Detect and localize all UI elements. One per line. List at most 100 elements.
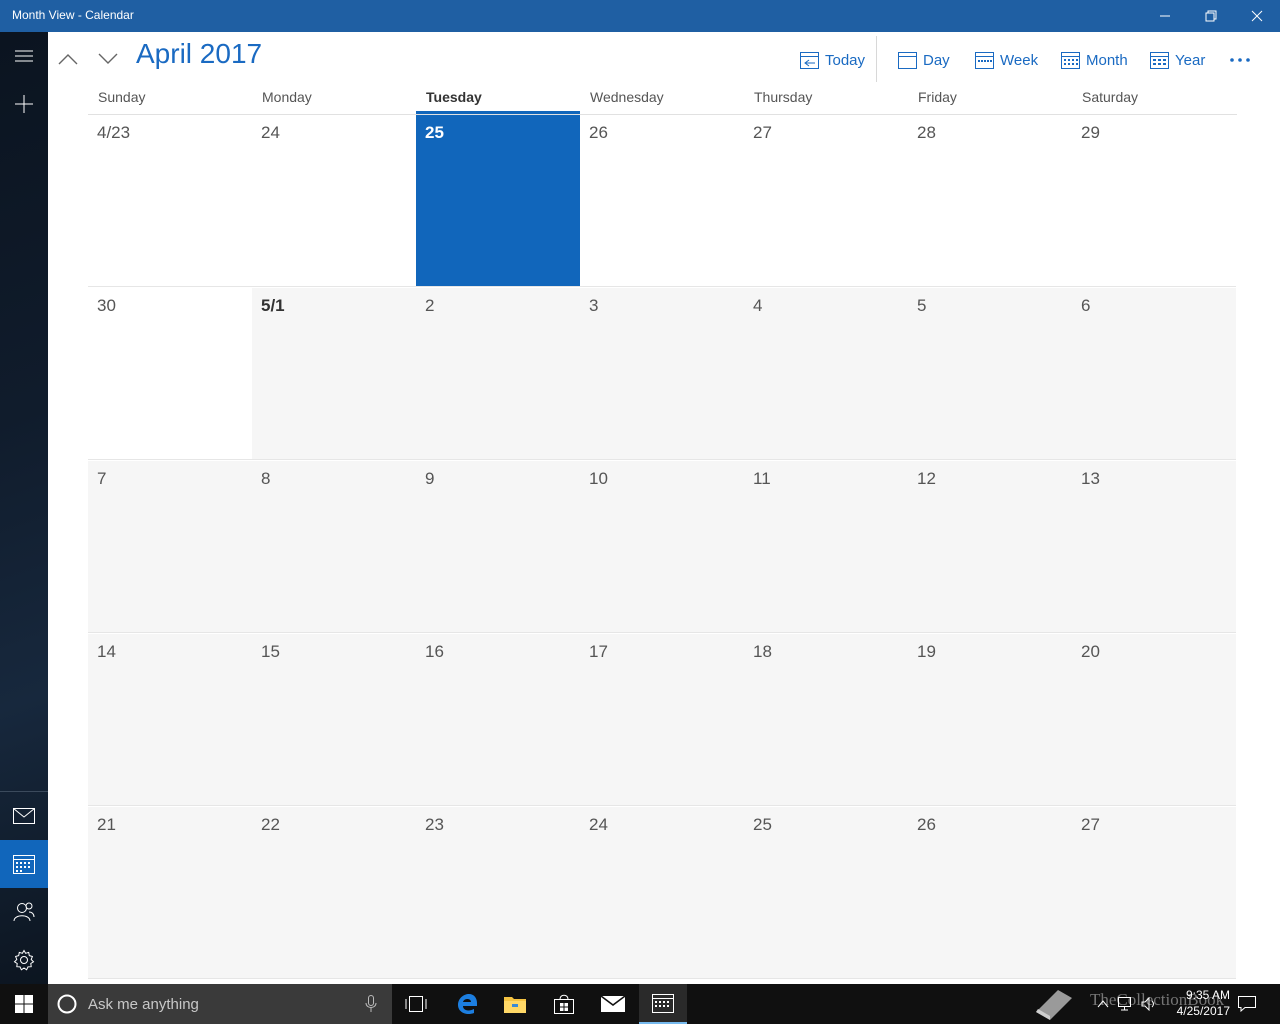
day-number: 15 [261,642,280,661]
task-view-button[interactable] [392,984,440,1024]
day-number: 18 [753,642,772,661]
day-cell[interactable]: 7 [88,461,252,633]
file-explorer-button[interactable] [491,984,539,1024]
volume-icon[interactable] [1141,997,1157,1011]
edge-icon [458,994,477,1015]
day-number: 25 [753,815,772,834]
gear-icon [13,949,35,971]
day-cell[interactable]: 17 [580,634,744,806]
chevron-up-tray-icon[interactable] [1097,1000,1109,1008]
folder-icon [504,997,526,1013]
day-cell[interactable]: 26 [580,115,744,287]
year-view-button[interactable]: Year [1150,46,1205,74]
windows-logo-icon [15,995,33,1013]
clock-date: 4/25/2017 [1176,1004,1230,1018]
clock[interactable]: 9:35 AM 4/25/2017 [1160,987,1230,1019]
day-number: 22 [261,815,280,834]
day-cell-today[interactable]: 25 [416,115,580,287]
month-view-icon [1061,51,1080,69]
day-number: 26 [589,123,608,142]
day-cell[interactable]: 5/1 [252,288,416,460]
day-cell[interactable]: 29 [1072,115,1236,287]
calendar-button[interactable] [0,840,48,888]
day-cell[interactable]: 21 [88,807,252,979]
day-number: 9 [425,469,435,488]
day-cell[interactable]: 13 [1072,461,1236,633]
more-options-button[interactable] [1222,46,1258,74]
restore-button[interactable] [1188,0,1234,32]
weekday-header-friday: Friday [918,89,957,105]
weekday-header-wednesday: Wednesday [590,89,664,105]
day-cell[interactable]: 27 [744,115,908,287]
plus-icon [15,95,33,113]
window-title: Month View - Calendar [12,8,134,22]
day-cell[interactable]: 6 [1072,288,1236,460]
calendar-app-icon [652,994,674,1013]
chevron-down-icon [98,53,118,64]
action-center-icon[interactable] [1238,996,1256,1012]
today-label: Today [825,51,866,69]
next-month-button[interactable] [91,42,125,76]
day-cell[interactable]: 28 [908,115,1072,287]
task-view-icon [405,996,427,1012]
settings-button[interactable] [0,936,48,984]
minimize-icon [1160,15,1170,17]
day-number: 5/1 [261,296,285,315]
day-cell[interactable]: 22 [252,807,416,979]
close-button[interactable] [1234,0,1280,32]
store-button[interactable] [540,984,588,1024]
minimize-button[interactable] [1142,0,1188,32]
mail-app-button[interactable] [589,984,637,1024]
day-cell[interactable]: 10 [580,461,744,633]
day-cell[interactable]: 4/23 [88,115,252,287]
day-number: 13 [1081,469,1100,488]
network-icon[interactable] [1118,997,1134,1011]
previous-month-button[interactable] [51,42,85,76]
day-cell[interactable]: 11 [744,461,908,633]
day-cell[interactable]: 20 [1072,634,1236,806]
day-cell[interactable]: 15 [252,634,416,806]
month-view-button[interactable]: Month [1061,46,1128,74]
hamburger-menu-button[interactable] [0,32,48,80]
day-number: 27 [1081,815,1100,834]
day-cell[interactable]: 9 [416,461,580,633]
day-cell[interactable]: 30 [88,288,252,460]
day-cell[interactable]: 8 [252,461,416,633]
microphone-icon[interactable] [365,995,377,1013]
day-cell[interactable]: 14 [88,634,252,806]
start-button[interactable] [0,984,48,1024]
day-cell[interactable]: 3 [580,288,744,460]
close-icon [1251,10,1263,22]
week-view-button[interactable]: Week [975,46,1038,74]
day-cell[interactable]: 26 [908,807,1072,979]
day-cell[interactable]: 24 [252,115,416,287]
day-view-button[interactable]: Day [898,46,950,74]
day-number: 4/23 [97,123,131,142]
more-icon [1230,58,1250,62]
day-cell[interactable]: 2 [416,288,580,460]
new-event-button[interactable] [0,80,48,128]
year-label: Year [1175,51,1206,69]
calendar-app-button[interactable] [639,984,687,1024]
day-number: 4 [753,296,763,315]
day-view-icon [898,51,917,69]
month-title[interactable]: April 2017 [136,38,262,70]
day-cell[interactable]: 12 [908,461,1072,633]
clock-time: 9:35 AM [1185,988,1230,1002]
day-cell[interactable]: 5 [908,288,1072,460]
cortana-search-box[interactable]: Ask me anything [48,984,392,1024]
day-cell[interactable]: 18 [744,634,908,806]
day-number: 2 [425,296,435,315]
day-cell[interactable]: 4 [744,288,908,460]
day-cell[interactable]: 23 [416,807,580,979]
day-cell[interactable]: 19 [908,634,1072,806]
mail-button[interactable] [0,792,48,840]
edge-browser-button[interactable] [443,984,491,1024]
day-cell[interactable]: 27 [1072,807,1236,979]
people-button[interactable] [0,888,48,936]
day-cell[interactable]: 16 [416,634,580,806]
today-button[interactable]: Today [800,46,865,74]
day-cell[interactable]: 24 [580,807,744,979]
day-cell[interactable]: 25 [744,807,908,979]
restore-icon [1205,10,1217,22]
